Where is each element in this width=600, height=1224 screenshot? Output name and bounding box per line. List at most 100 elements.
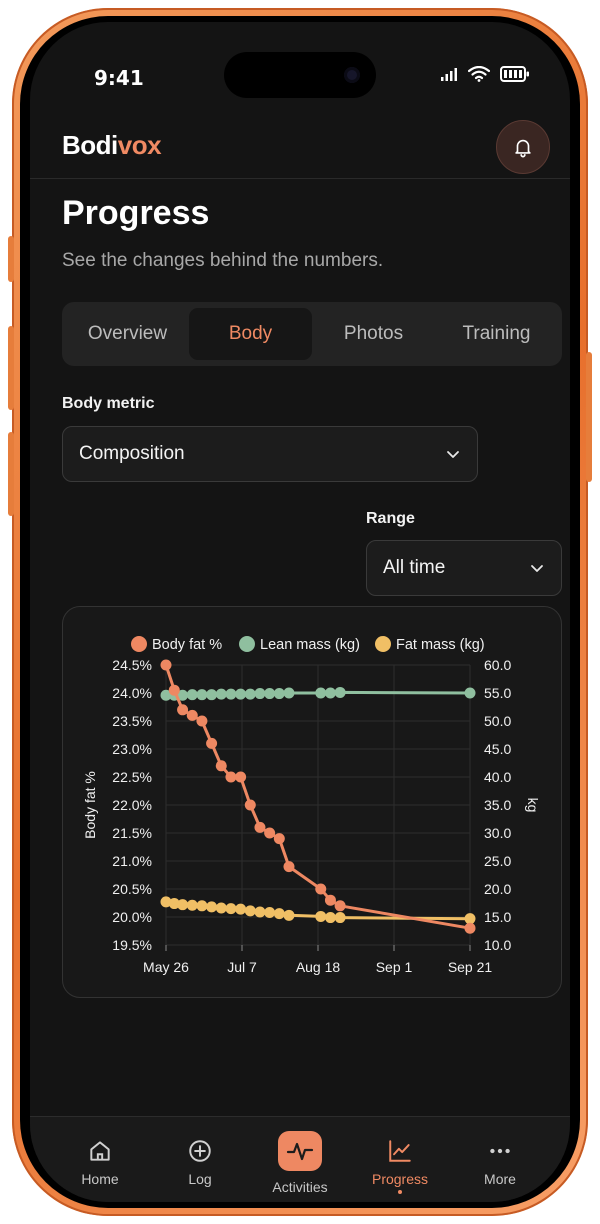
- data-point: [196, 900, 208, 912]
- tab-body[interactable]: Body: [189, 308, 312, 360]
- y-tick-left: 21.0%: [112, 853, 152, 869]
- dynamic-island: [224, 52, 376, 98]
- data-point: [334, 686, 346, 698]
- data-point: [168, 684, 180, 696]
- data-point: [215, 902, 227, 914]
- composition-chart: 24.5% 60.0 24.0% 55.0 23.5% 50.0 23.0% 45.0 22.5…: [82, 636, 541, 975]
- nav-more[interactable]: More: [450, 1117, 550, 1202]
- page-title: Progress: [62, 194, 210, 232]
- y-axis-title-right: kg: [525, 798, 541, 813]
- y-tick-left: 19.5%: [112, 937, 152, 953]
- progress-tabs: Overview Body Photos Training: [62, 302, 562, 366]
- y-tick-left: 22.0%: [112, 797, 152, 813]
- data-point: [254, 688, 266, 700]
- y-tick-left: 24.5%: [112, 657, 152, 673]
- app-logo[interactable]: Bodivox: [62, 130, 162, 161]
- home-icon: [90, 1141, 110, 1161]
- chevron-down-icon: [447, 451, 459, 458]
- data-point: [160, 659, 172, 671]
- x-tick-label: Sep 1: [376, 959, 413, 975]
- x-tick-label: Aug 18: [296, 959, 341, 975]
- logo-text-part1: Bodi: [62, 130, 118, 160]
- data-point: [264, 907, 276, 919]
- data-point: [273, 833, 285, 845]
- data-point: [254, 906, 266, 918]
- page-subtitle: See the changes behind the numbers.: [62, 250, 384, 271]
- data-point: [206, 689, 218, 701]
- data-point: [334, 900, 346, 912]
- x-tick-label: May 26: [143, 959, 189, 975]
- data-point: [283, 861, 295, 873]
- pulse-icon: [286, 1142, 314, 1161]
- legend-marker: [131, 636, 147, 652]
- screen: 9:41 Bodivox Progress See the changes be…: [30, 22, 570, 1202]
- notifications-button[interactable]: [496, 120, 550, 174]
- data-point: [186, 899, 198, 911]
- tab-training[interactable]: Training: [435, 308, 558, 360]
- nav-log[interactable]: Log: [150, 1117, 250, 1202]
- camera-icon: [344, 67, 360, 83]
- bell-icon: [515, 139, 531, 158]
- nav-activities[interactable]: Activities: [250, 1117, 350, 1202]
- data-point: [273, 688, 285, 700]
- data-point: [244, 688, 256, 700]
- data-point: [225, 688, 237, 700]
- power-button: [586, 352, 592, 482]
- data-point: [324, 912, 336, 924]
- bottom-nav: Home Log Activities Progress More: [30, 1116, 570, 1202]
- data-point: [215, 688, 227, 700]
- data-point: [206, 901, 218, 913]
- y-tick-right: 30.0: [484, 825, 511, 841]
- wifi-icon: [468, 66, 490, 82]
- legend-marker: [239, 636, 255, 652]
- data-point: [464, 922, 476, 934]
- data-point: [464, 687, 476, 699]
- status-icons: [440, 66, 530, 82]
- data-point: [254, 821, 266, 833]
- data-point: [464, 913, 476, 925]
- data-point: [196, 715, 208, 727]
- data-point: [196, 689, 208, 701]
- data-point: [315, 687, 327, 699]
- legend-label: Fat mass (kg): [396, 637, 485, 653]
- phone-frame: 9:41 Bodivox Progress See the changes be…: [8, 8, 592, 1216]
- data-point: [324, 894, 336, 906]
- data-point: [225, 771, 237, 783]
- legend-marker: [375, 636, 391, 652]
- tab-photos[interactable]: Photos: [312, 308, 435, 360]
- data-point: [244, 799, 256, 811]
- y-axis-title-left: Body fat %: [82, 771, 98, 839]
- data-point: [283, 687, 295, 699]
- data-point: [264, 827, 276, 839]
- range-value: All time: [383, 557, 446, 578]
- y-tick-right: 60.0: [484, 657, 511, 673]
- data-point: [283, 909, 295, 921]
- y-tick-left: 21.5%: [112, 825, 152, 841]
- battery-icon: [500, 66, 529, 82]
- range-select[interactable]: All time: [366, 540, 562, 596]
- body-metric-label: Body metric: [62, 395, 155, 412]
- nav-progress[interactable]: Progress: [350, 1117, 450, 1202]
- data-point: [334, 912, 346, 924]
- data-point: [315, 910, 327, 922]
- chevron-down-icon: [531, 565, 543, 572]
- body-metric-select[interactable]: Composition: [62, 426, 478, 482]
- data-point: [186, 689, 198, 701]
- x-tick-label: Jul 7: [227, 959, 257, 975]
- more-icon: [490, 1148, 510, 1154]
- nav-log-label: Log: [188, 1171, 212, 1187]
- active-indicator: [398, 1190, 402, 1194]
- data-point: [186, 709, 198, 721]
- y-tick-right: 55.0: [484, 685, 511, 701]
- data-point: [264, 688, 276, 700]
- nav-more-label: More: [484, 1171, 516, 1187]
- tab-overview[interactable]: Overview: [66, 308, 189, 360]
- nav-progress-label: Progress: [371, 1171, 429, 1187]
- y-tick-right: 40.0: [484, 769, 511, 785]
- nav-activities-label: Activities: [272, 1179, 328, 1195]
- chart-icon: [389, 1140, 411, 1162]
- volume-down-button: [8, 432, 14, 516]
- signal-icon: [441, 68, 457, 81]
- activities-icon-box: [278, 1131, 322, 1171]
- nav-home[interactable]: Home: [50, 1117, 150, 1202]
